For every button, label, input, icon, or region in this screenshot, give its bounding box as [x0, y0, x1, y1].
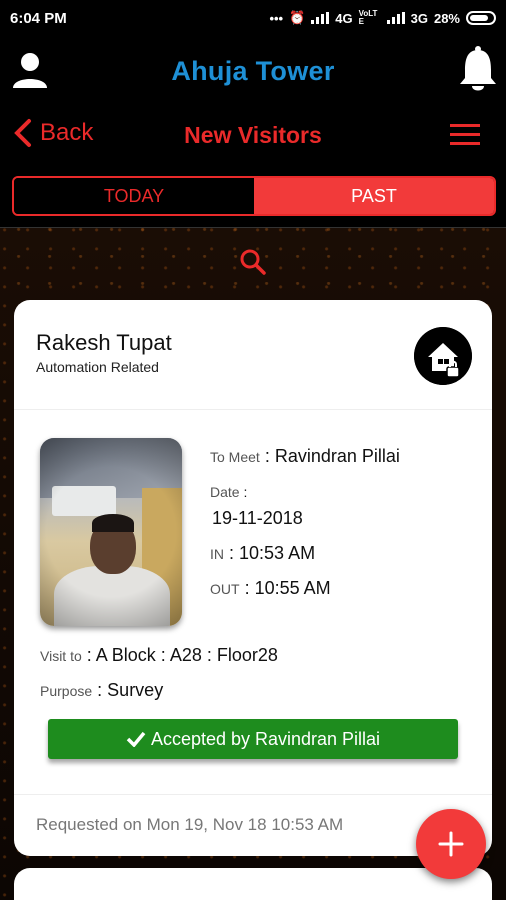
status-badge: Accepted by Ravindran Pillai: [48, 719, 458, 759]
status-time: 6:04 PM: [10, 9, 67, 27]
bell-icon[interactable]: [458, 44, 498, 92]
tab-today[interactable]: TODAY: [14, 178, 254, 214]
next-visitor-card[interactable]: [14, 868, 492, 900]
purpose-value: Survey: [107, 680, 164, 700]
to-meet-label: To Meet: [210, 449, 260, 465]
to-meet-value: Ravindran Pillai: [274, 446, 400, 466]
tab-past[interactable]: PAST: [254, 178, 494, 214]
tab-bar: TODAY PAST: [12, 176, 496, 216]
date-value: 19-11-2018: [212, 508, 303, 528]
purpose-label: Purpose: [40, 683, 93, 699]
date-label-row: Date :: [210, 484, 248, 500]
to-meet-row: To Meet : Ravindran Pillai: [210, 446, 400, 466]
visitor-name: Rakesh Tupat: [36, 330, 172, 355]
in-label: IN: [210, 546, 224, 562]
menu-icon[interactable]: [450, 124, 480, 146]
status-text: Accepted by Ravindran Pillai: [150, 728, 381, 749]
volte-label: VoLTE: [358, 9, 378, 26]
alarm-icon: ⏰: [289, 10, 306, 25]
battery-percent: 28%: [433, 10, 460, 26]
visitor-category: Automation Related: [36, 359, 159, 375]
out-row: OUT : 10:55 AM: [210, 578, 331, 598]
signal-2-icon: [386, 12, 405, 24]
out-value: 10:55 AM: [254, 578, 331, 598]
card-footer-divider: [14, 794, 492, 795]
date-label: Date: [210, 484, 240, 500]
check-icon: [126, 731, 146, 747]
in-row: IN : 10:53 AM: [210, 543, 316, 563]
plus-icon: [438, 831, 464, 857]
search-icon[interactable]: [239, 248, 267, 276]
user-icon[interactable]: [10, 50, 50, 90]
requested-timestamp: Requested on Mon 19, Nov 18 10:53 AM: [36, 815, 344, 834]
app-header: Ahuja Tower: [0, 36, 506, 106]
status-bar: 6:04 PM ••• ⏰ 4G VoLTE 3G 28%: [0, 0, 506, 36]
out-label: OUT: [210, 581, 240, 597]
page-title: New Visitors: [184, 122, 322, 148]
screen: 6:04 PM ••• ⏰ 4G VoLTE 3G 28% Ahuja Towe…: [0, 0, 506, 900]
network-4g-label: 4G: [335, 10, 353, 26]
house-lock-icon: [414, 327, 472, 385]
notification-dots-icon: •••: [269, 10, 284, 26]
visitor-card[interactable]: Rakesh Tupat Automation Related To Meet …: [14, 300, 492, 856]
visit-to-value: A Block : A28 : Floor28: [95, 645, 278, 665]
visitor-card-header: Rakesh Tupat Automation Related: [14, 300, 492, 410]
signal-icon: [311, 12, 330, 24]
add-visitor-button[interactable]: [416, 809, 486, 879]
battery-icon: [466, 11, 496, 25]
network-3g-label: 3G: [410, 10, 428, 26]
purpose-row: Purpose : Survey: [40, 680, 164, 700]
visit-to-row: Visit to : A Block : A28 : Floor28: [40, 645, 278, 665]
app-title: Ahuja Tower: [171, 55, 335, 86]
in-value: 10:53 AM: [239, 543, 316, 563]
visit-to-label: Visit to: [40, 648, 82, 664]
status-indicators: ••• ⏰ 4G VoLTE 3G 28%: [269, 10, 496, 26]
visitor-photo: [40, 438, 182, 626]
nav-bar: Back New Visitors: [0, 108, 506, 164]
